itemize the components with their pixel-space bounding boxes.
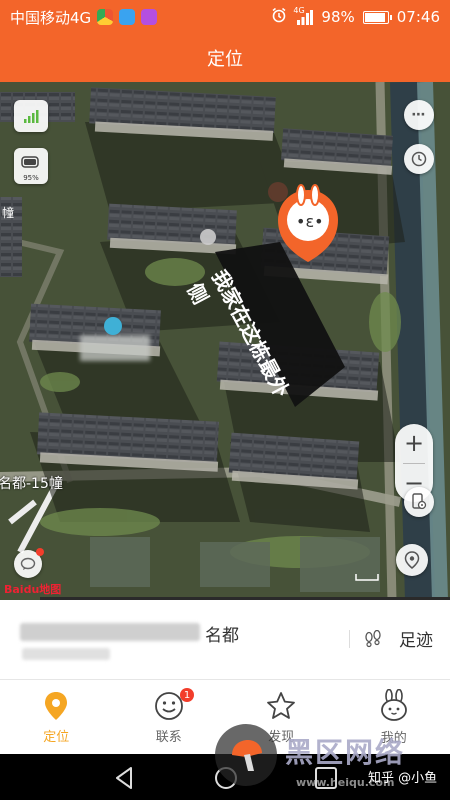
chat-notification-dot <box>36 548 44 556</box>
watermark-credit: 知乎 @小鱼 <box>368 771 438 786</box>
zoom-in-button[interactable]: + <box>395 424 433 463</box>
tab-label: 联系 <box>155 729 182 745</box>
location-pin-icon <box>404 551 420 569</box>
back-icon[interactable] <box>112 765 138 791</box>
status-bar: 中国移动4G 4G 98% 07:46 <box>0 0 450 34</box>
chat-button[interactable] <box>14 548 44 578</box>
edge-label: 幢 <box>2 206 15 220</box>
location-pin-icon <box>45 691 68 720</box>
phone-location-icon <box>412 493 427 510</box>
device-battery-button[interactable]: 95% <box>14 148 48 184</box>
footprint-icon <box>365 629 381 647</box>
address-blurred <box>20 623 200 641</box>
tab-label: 定位 <box>43 729 70 745</box>
device-battery-icon <box>21 156 39 168</box>
timestamp-blurred <box>22 648 110 660</box>
alarm-icon <box>271 7 287 27</box>
page-title: 定位 <box>207 49 243 70</box>
street-label: 名都-15幢 <box>0 476 63 492</box>
header: 定位 <box>0 34 450 82</box>
clock: 07:46 <box>396 8 440 26</box>
tab-contacts[interactable]: 1 联系 <box>113 680 226 754</box>
browser-app-icon <box>119 9 136 25</box>
watermark-logo <box>215 724 277 786</box>
tab-location[interactable]: 定位 <box>0 680 113 754</box>
carrier-label: 中国移动4G <box>10 8 92 27</box>
footprint-divider <box>349 630 350 648</box>
network-type: 4G <box>293 6 305 15</box>
bunny-icon <box>380 688 407 721</box>
signal-strength-button[interactable] <box>14 100 48 132</box>
star-icon <box>267 691 296 719</box>
gallery-app-icon <box>141 9 158 25</box>
signal-strength-icon <box>24 110 39 123</box>
locate-button[interactable] <box>396 544 428 576</box>
more-icon: ⋯ <box>411 107 427 123</box>
battery-icon <box>362 10 392 24</box>
footprint-button[interactable]: 足迹 <box>363 626 433 651</box>
clock-icon <box>411 151 427 167</box>
device-battery-level: 95% <box>23 174 39 182</box>
signal-icon: 4G <box>293 6 314 25</box>
baidu-map-attribution: Baidu地图 <box>4 583 62 596</box>
more-button[interactable]: ⋯ <box>404 100 434 130</box>
contacts-badge: 1 <box>180 688 194 702</box>
chat-bubble-icon <box>20 557 36 570</box>
satellite-map[interactable]: •ε• 我家在这栋最外侧 幢 名都-15幢 95% ⋯ + − Baidu地图 <box>0 82 450 600</box>
chrome-app-icon <box>97 9 114 25</box>
history-button[interactable] <box>404 144 434 174</box>
fence-button[interactable] <box>404 487 434 517</box>
address-suffix: 名都 <box>205 626 239 646</box>
svg-text:•ε•: •ε• <box>296 212 324 231</box>
watermark-mushroom-icon <box>232 740 262 771</box>
battery-percent: 98% <box>321 8 355 26</box>
footprint-label: 足迹 <box>399 631 433 651</box>
watermark-site: 黑区网络 <box>285 736 406 769</box>
